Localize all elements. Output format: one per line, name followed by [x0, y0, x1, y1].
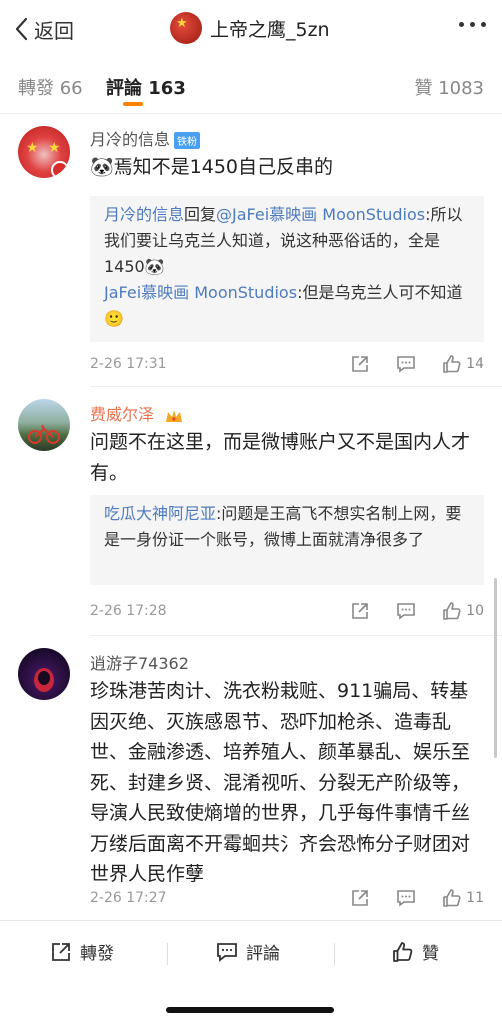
back-button[interactable]: 返回: [14, 14, 74, 44]
reply-button[interactable]: [396, 888, 416, 908]
like-post-button[interactable]: 贊: [392, 939, 439, 964]
like-label: 贊: [422, 944, 439, 964]
tab-repost[interactable]: 轉發 66: [18, 74, 83, 100]
share-icon: [52, 942, 70, 961]
svg-text:★: ★: [26, 140, 39, 156]
bottom-toolbar: 轉發 評論 贊: [0, 920, 502, 1024]
avatar[interactable]: [170, 12, 202, 44]
comment-actions: 10: [324, 601, 484, 621]
tab-likes[interactable]: 贊 1083: [414, 74, 484, 100]
comment-time: 2-26 17:27: [90, 890, 167, 906]
share-button[interactable]: [350, 354, 370, 374]
mention-link[interactable]: @JaFei慕映画 MoonStudios: [216, 205, 425, 224]
share-button[interactable]: [350, 601, 370, 621]
back-label: 返回: [34, 18, 74, 43]
comment-actions: 11: [324, 888, 484, 908]
thumbs-up-icon: [443, 889, 461, 907]
separator: [334, 943, 335, 965]
comment-text: 珍珠港苦肉计、洗衣粉栽赃、911骗局、转基因灭绝、灭族感恩节、恐吓加枪杀、造毒乱…: [90, 680, 471, 885]
like-count: 11: [466, 890, 484, 906]
share-icon: [352, 603, 368, 619]
vip-crown-icon: [166, 409, 183, 422]
reply-button[interactable]: [396, 354, 416, 374]
home-indicator: [166, 1007, 334, 1013]
comment-icon: [217, 942, 237, 962]
comment-label: 評論: [246, 944, 280, 964]
reply-item: 吃瓜大神阿尼亚:问题是王高飞不想实名制上网，要是一身份证一个账号，微博上面就清净…: [104, 504, 462, 549]
comment-actions: 14: [324, 354, 484, 374]
like-count: 10: [466, 603, 484, 619]
reply-item: JaFei慕映画 MoonStudios:但是乌克兰人可不知道🙂: [104, 283, 463, 328]
tab-indicator: [123, 102, 143, 106]
chevron-left-icon: [15, 17, 28, 41]
separator: [167, 943, 168, 965]
tab-bar: 轉發 66 評論 163 贊 1083: [0, 56, 502, 114]
reply-user-link[interactable]: JaFei慕映画 MoonStudios: [104, 283, 297, 302]
commenter-name[interactable]: 费威尔泽: [90, 401, 183, 425]
repost-label: 轉發: [80, 944, 114, 964]
reply-button[interactable]: [396, 601, 416, 621]
reply-item: 月冷的信息回复@JaFei慕映画 MoonStudios:所以我们要让乌克兰人知…: [104, 205, 463, 276]
comment-item: 费威尔泽 问题不在这里，而是微博账户又不是国内人才有。 吃瓜大神阿尼亚:问题是王…: [0, 387, 502, 635]
thumbs-up-icon: [393, 941, 413, 962]
share-button[interactable]: [350, 888, 370, 908]
comment-icon: [397, 356, 415, 373]
avatar[interactable]: ★ ★: [18, 126, 70, 178]
reply-user-link[interactable]: 月冷的信息: [104, 205, 184, 224]
thumbs-up-icon: [443, 602, 461, 620]
comment-item: ★ ★ 月冷的信息 铁粉 🐼焉知不是1450自己反串的 月冷的信息回复@JaFei慕…: [0, 116, 502, 386]
comment-time: 2-26 17:28: [90, 603, 167, 619]
scrollbar[interactable]: [494, 578, 497, 758]
comment-icon: [397, 890, 415, 907]
like-button[interactable]: 10: [442, 601, 484, 621]
thumbs-up-icon: [443, 355, 461, 373]
comment-text: 问题不在这里，而是微博账户又不是国内人才有。: [90, 431, 471, 484]
avatar[interactable]: [18, 399, 70, 451]
comment-time: 2-26 17:31: [90, 356, 167, 372]
author-name[interactable]: 上帝之鹰_5zn: [210, 15, 330, 42]
avatar[interactable]: [18, 648, 70, 700]
top-bar: 返回 上帝之鹰_5zn: [0, 0, 502, 56]
comment-item: 逍游子74362 珍珠港苦肉计、洗衣粉栽赃、911骗局、转基因灭绝、灭族感恩节、…: [0, 636, 502, 918]
svg-text:★: ★: [48, 140, 61, 156]
comment-button[interactable]: 評論: [216, 939, 280, 964]
comment-text: 🐼焉知不是1450自己反串的: [90, 156, 334, 178]
panda-emoji-icon: 🐼: [90, 156, 114, 178]
reply-user-link[interactable]: 吃瓜大神阿尼亚: [104, 504, 216, 523]
reply-thread[interactable]: 吃瓜大神阿尼亚:问题是王高飞不想实名制上网，要是一身份证一个账号，微博上面就清净…: [90, 495, 484, 585]
comment-icon: [397, 603, 415, 620]
share-icon: [352, 356, 368, 372]
post-author[interactable]: 上帝之鹰_5zn: [170, 12, 330, 44]
like-count: 14: [466, 356, 484, 372]
fan-badge: 铁粉: [174, 132, 201, 149]
like-button[interactable]: 14: [442, 354, 484, 374]
like-button[interactable]: 11: [442, 888, 484, 908]
share-icon: [352, 890, 368, 906]
commenter-name[interactable]: 月冷的信息 铁粉: [90, 126, 201, 150]
reply-thread[interactable]: 月冷的信息回复@JaFei慕映画 MoonStudios:所以我们要让乌克兰人知…: [90, 196, 484, 342]
tab-comments[interactable]: 評論 163: [106, 74, 186, 100]
more-icon[interactable]: [459, 22, 486, 27]
repost-button[interactable]: 轉發: [50, 939, 114, 964]
commenter-name[interactable]: 逍游子74362: [90, 650, 189, 674]
